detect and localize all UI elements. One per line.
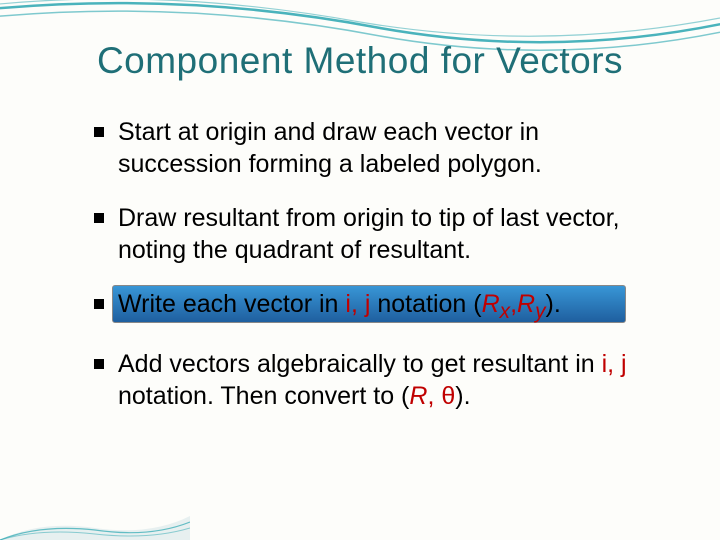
comma: , bbox=[510, 290, 517, 318]
var-rx: R bbox=[482, 290, 500, 318]
red-text: i, j bbox=[602, 350, 627, 378]
bullet-item: Add vectors algebraically to get resulta… bbox=[94, 348, 662, 412]
var-ry-sub: y bbox=[535, 300, 545, 323]
decorative-footer-icon bbox=[0, 498, 190, 540]
bullet-text: ). bbox=[546, 290, 561, 318]
slide-title: Component Method for Vectors bbox=[58, 40, 662, 82]
bullet-list: Start at origin and draw each vector in … bbox=[58, 116, 662, 412]
bullet-text: notation ( bbox=[370, 290, 481, 318]
var-rx-sub: x bbox=[500, 300, 510, 323]
bullet-text: Start at origin and draw each vector in … bbox=[118, 118, 542, 178]
var-r: R bbox=[409, 382, 427, 410]
var-theta: θ bbox=[441, 382, 455, 410]
red-text: i, j bbox=[345, 290, 370, 318]
bullet-text: notation. Then convert to ( bbox=[118, 382, 409, 410]
bullet-item: Draw resultant from origin to tip of las… bbox=[94, 202, 662, 266]
bullet-item: Write each vector in i, j notation (Rx,R… bbox=[94, 288, 662, 326]
bullet-text: Write each vector in bbox=[118, 290, 345, 318]
bullet-text: Draw resultant from origin to tip of las… bbox=[118, 204, 620, 264]
bullet-item: Start at origin and draw each vector in … bbox=[94, 116, 662, 180]
var-ry: R bbox=[517, 290, 535, 318]
bullet-text: Add vectors algebraically to get resulta… bbox=[118, 350, 602, 378]
bullet-text: ). bbox=[455, 382, 470, 410]
comma: , bbox=[427, 382, 441, 410]
